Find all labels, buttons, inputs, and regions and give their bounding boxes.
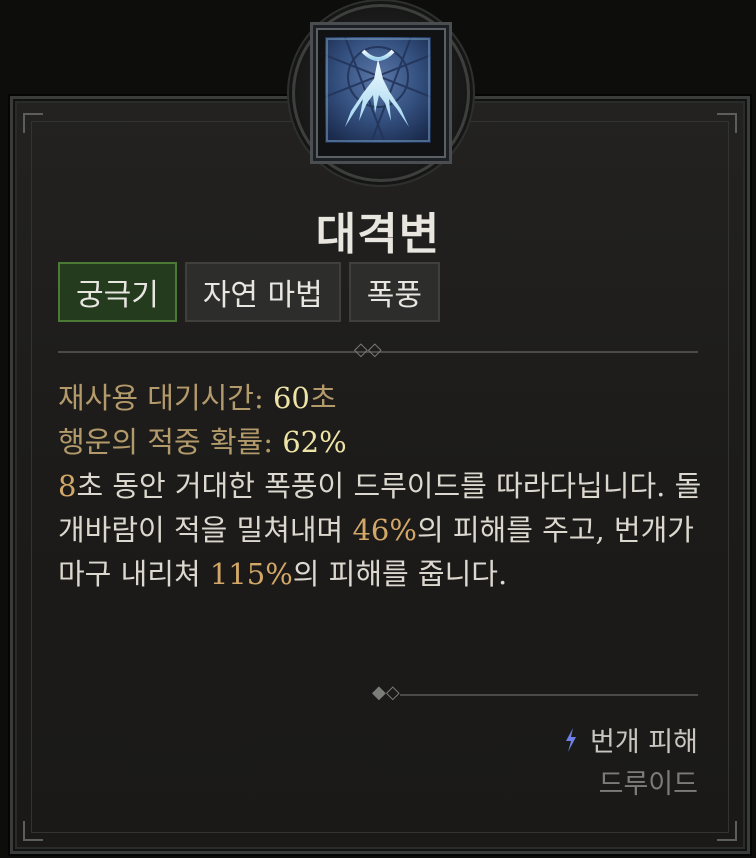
effect-text-part3: 의 피해를 줍니다. — [292, 557, 508, 591]
cooldown-line: 재사용 대기시간: 60초 — [58, 376, 708, 420]
corner-ornament — [23, 821, 43, 841]
cooldown-unit: 초 — [309, 381, 337, 415]
tag-storm: 폭풍 — [348, 262, 440, 322]
divider-ornament: ◆◇ — [372, 682, 400, 703]
cataclysm-skill-icon — [325, 37, 431, 143]
skill-description: 재사용 대기시간: 60초 행운의 적중 확률: 62% 8초 동안 거대한 폭… — [58, 376, 708, 596]
skill-tags: 궁극기 자연 마법 폭풍 — [58, 262, 440, 322]
crit-chance-line: 행운의 적중 확률: 62% — [58, 420, 708, 464]
damage-type: 번개 피해 — [590, 727, 698, 758]
corner-ornament — [717, 113, 737, 133]
class-name: 드루이드 — [598, 769, 698, 800]
lightning-icon — [566, 727, 577, 752]
tornado-damage-value: 46% — [352, 513, 417, 547]
duration-value: 8 — [58, 469, 77, 503]
tag-ultimate: 궁극기 — [58, 262, 177, 322]
damage-type-line: 번개 피해 — [564, 720, 698, 759]
crit-chance-label: 행운의 적중 확률: — [58, 425, 273, 459]
skill-title: 대격변 — [315, 209, 441, 260]
bottom-divider — [400, 694, 698, 696]
cooldown-label: 재사용 대기시간: — [58, 381, 264, 415]
crit-chance-value: 62% — [282, 425, 347, 459]
corner-ornament — [23, 113, 43, 133]
divider-ornament: ◇◇ — [354, 339, 382, 360]
skill-icon-frame — [310, 22, 452, 164]
effect-text: 8초 동안 거대한 폭풍이 드루이드를 따라다닙니다. 돌개바람이 적을 밀쳐내… — [58, 464, 708, 596]
tag-nature-magic: 자연 마법 — [184, 262, 341, 322]
lightning-damage-value: 115% — [209, 557, 293, 591]
cooldown-value: 60 — [272, 381, 310, 415]
corner-ornament — [717, 821, 737, 841]
